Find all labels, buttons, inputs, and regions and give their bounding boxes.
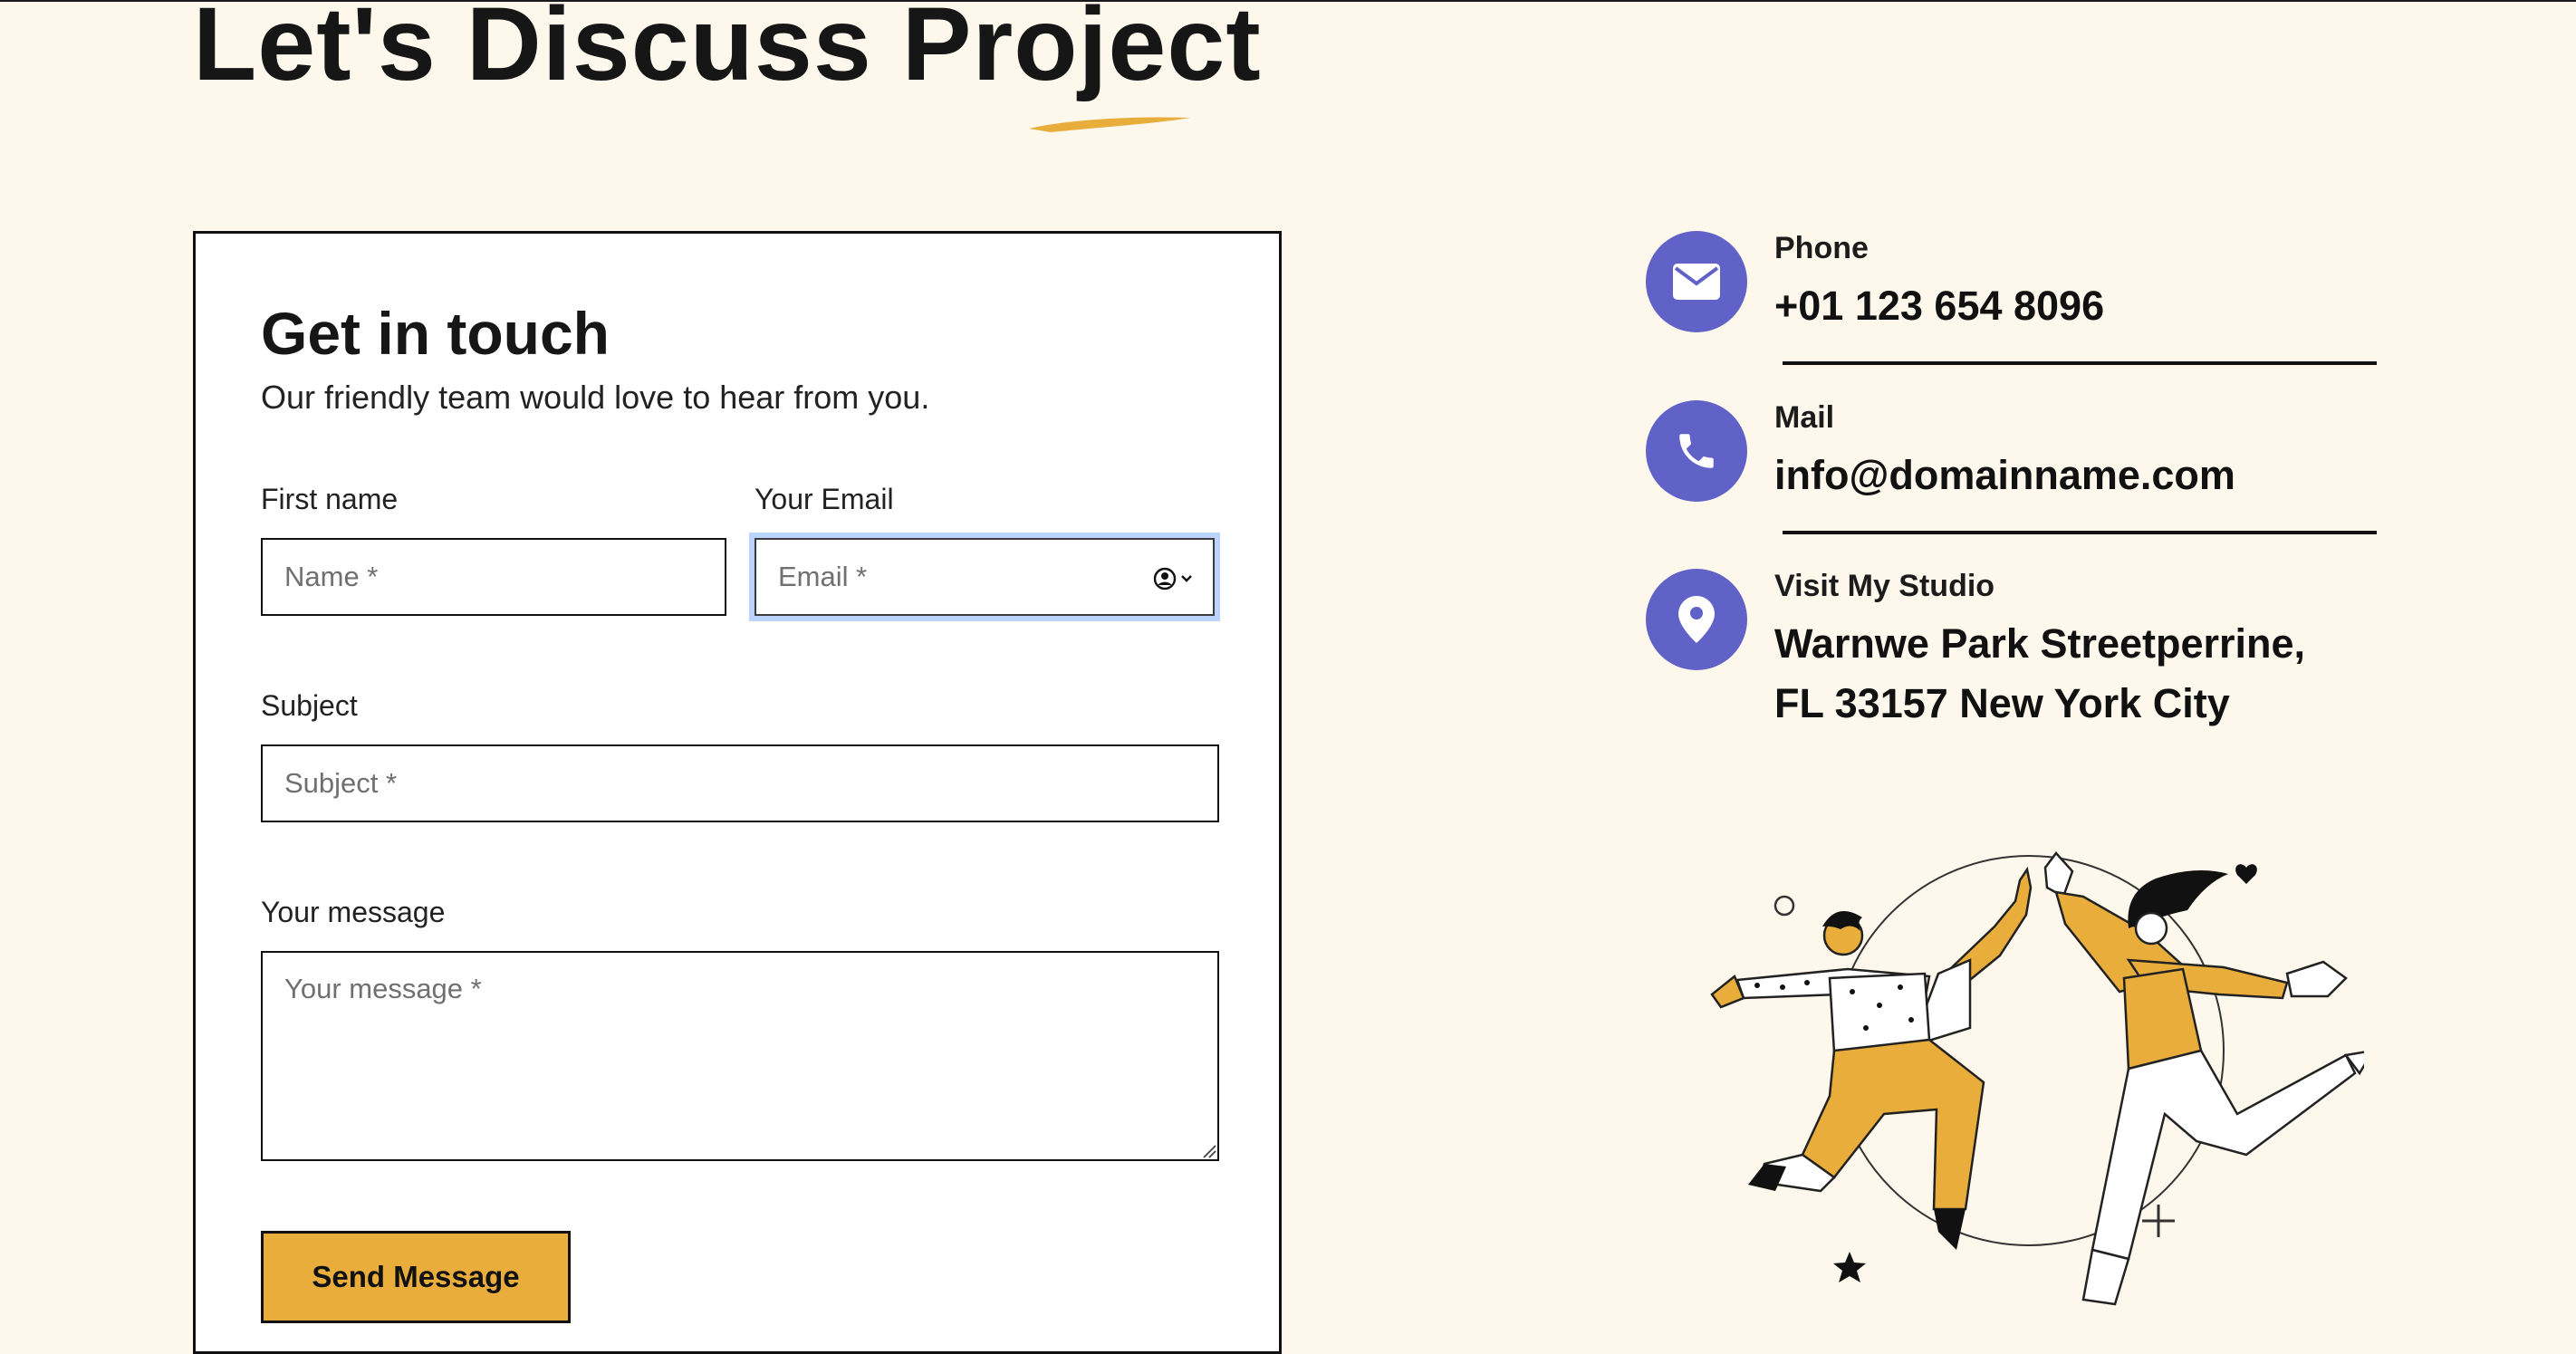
high-five-illustration: [1710, 851, 2364, 1306]
message-textarea[interactable]: [261, 951, 1219, 1161]
contact-mail-label: Mail: [1774, 400, 1835, 435]
location-pin-icon: [1646, 569, 1747, 670]
textarea-resize-handle[interactable]: [1201, 1143, 1217, 1159]
email-input[interactable]: [755, 538, 1215, 616]
first-name-label: First name: [261, 483, 399, 515]
page-title: Let's Discuss Project: [193, 0, 1262, 102]
contact-studio-address-line2: FL 33157 New York City: [1774, 680, 2230, 726]
email-label: Your Email: [755, 483, 894, 515]
form-subtitle: Our friendly team would love to hear fro…: [261, 379, 930, 416]
contact-phone-value: +01 123 654 8096: [1774, 283, 2105, 329]
title-underline-swash: [1029, 117, 1190, 132]
subject-label: Subject: [261, 689, 358, 722]
phone-icon: [1646, 400, 1747, 502]
contact-studio-address-line1: Warnwe Park Streetperrine,: [1774, 620, 2306, 667]
send-message-button[interactable]: Send Message: [261, 1231, 571, 1323]
first-name-input[interactable]: [261, 538, 726, 616]
contact-divider: [1783, 531, 2377, 534]
form-title: Get in touch: [261, 300, 610, 367]
contact-mail-value: info@domainname.com: [1774, 452, 2235, 498]
contact-divider: [1783, 361, 2377, 365]
subject-input[interactable]: [261, 744, 1219, 822]
contact-studio-label: Visit My Studio: [1774, 569, 1995, 603]
contact-form-card: Get in touch Our friendly team would lov…: [193, 231, 1282, 1354]
contact-phone-label: Phone: [1774, 231, 1869, 265]
envelope-icon: [1646, 231, 1747, 332]
message-label: Your message: [261, 896, 446, 928]
autofill-contact-icon[interactable]: [1153, 565, 1198, 592]
